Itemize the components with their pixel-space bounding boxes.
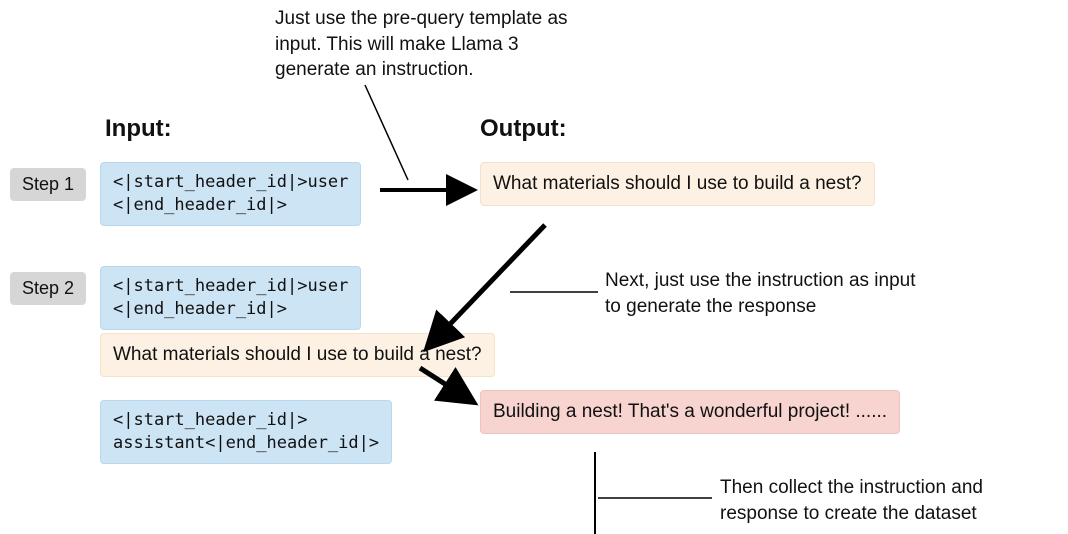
- step2-input-box-c: <|start_header_id|> assistant<|end_heade…: [100, 400, 392, 464]
- step2-output-box: Building a nest! That's a wonderful proj…: [480, 390, 900, 434]
- step1-badge: Step 1: [10, 168, 86, 201]
- annotation-right1: Next, just use the instruction as input …: [605, 268, 925, 319]
- annotation-bottom: Then collect the instruction and respons…: [720, 475, 1040, 526]
- heading-input: Input:: [105, 115, 172, 143]
- step2-input-box-a: <|start_header_id|>user <|end_header_id|…: [100, 266, 361, 330]
- step1-output-box: What materials should I use to build a n…: [480, 162, 875, 206]
- heading-output: Output:: [480, 115, 567, 143]
- annotation-top: Just use the pre-query template as input…: [275, 6, 575, 83]
- step1-input-box: <|start_header_id|>user <|end_header_id|…: [100, 162, 361, 226]
- step2-badge: Step 2: [10, 272, 86, 305]
- diagram-canvas: Just use the pre-query template as input…: [0, 0, 1068, 534]
- step2-input-box-b: What materials should I use to build a n…: [100, 333, 495, 377]
